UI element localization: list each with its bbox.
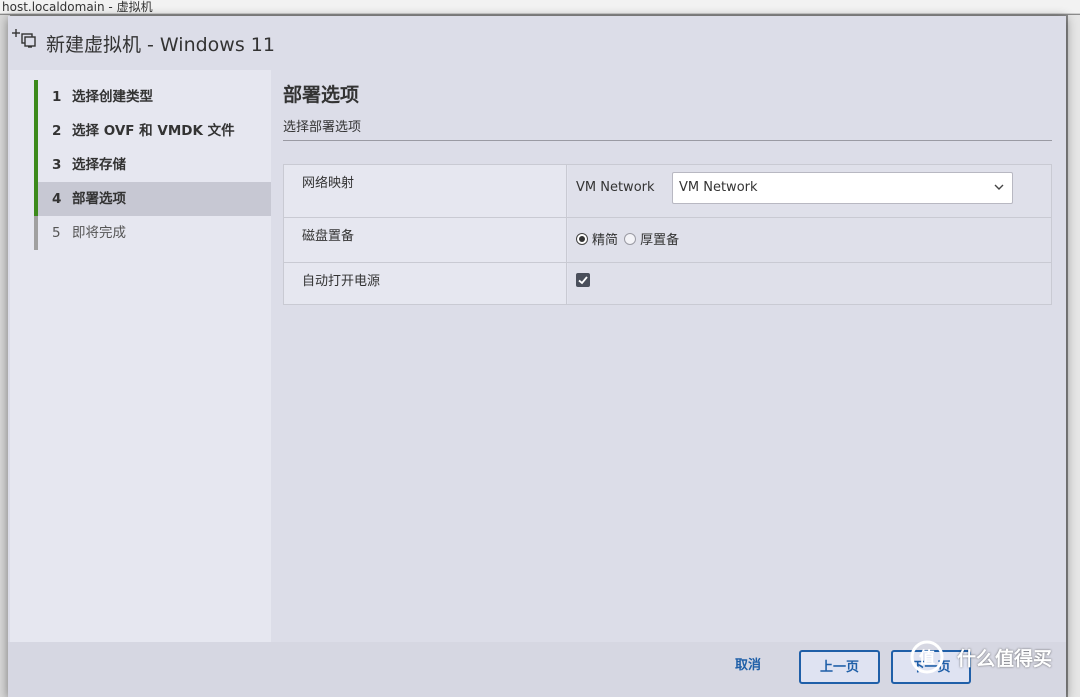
step-select-creation-type[interactable]: 1 选择创建类型	[34, 80, 271, 114]
previous-button[interactable]: 上一页	[799, 650, 880, 684]
network-select[interactable]: VM Network	[672, 172, 1013, 204]
radio-thick-indicator[interactable]	[624, 232, 637, 245]
step-label: 选择创建类型	[72, 89, 153, 105]
step-ready-to-complete[interactable]: 5 即将完成	[34, 216, 271, 250]
background-window-title: host.localdomain - 虚拟机	[0, 0, 1080, 14]
option-row-network: 网络映射 VM Network VM Network	[284, 165, 1051, 218]
step-number: 2	[52, 123, 62, 139]
step-label: 部署选项	[72, 191, 126, 207]
step-number: 1	[52, 89, 62, 105]
step-label: 选择 OVF 和 VMDK 文件	[72, 123, 235, 139]
step-number: 4	[52, 191, 62, 207]
step-number: 3	[52, 157, 62, 173]
page-subtitle: 选择部署选项	[283, 120, 362, 135]
page-title: 部署选项	[283, 84, 360, 106]
network-select-value: VM Network	[679, 180, 758, 195]
wizard-steps: 1 选择创建类型 2 选择 OVF 和 VMDK 文件 3 选择存储 4 部署选项 5即…	[10, 70, 271, 642]
step-select-storage[interactable]: 3 选择存储	[34, 148, 271, 182]
vm-add-icon	[12, 29, 36, 48]
check-icon	[578, 276, 588, 285]
options-table: 网络映射 VM Network VM Network 磁盘置备 精简 厚置备 自…	[283, 164, 1052, 305]
option-row-disk: 磁盘置备 精简 厚置备	[284, 218, 1051, 263]
dialog-title: 新建虚拟机 - Windows 11	[46, 34, 275, 56]
new-vm-dialog: 新建虚拟机 - Windows 11 1 选择创建类型 2 选择 OVF 和 VMD…	[8, 16, 1066, 697]
power-on-checkbox[interactable]	[576, 273, 590, 287]
power-on-label: 自动打开电源	[284, 263, 567, 304]
radio-thin[interactable]: 精简	[576, 229, 618, 248]
disk-provisioning-value: 精简 厚置备	[568, 218, 1051, 262]
step-deployment-options[interactable]: 4 部署选项	[34, 182, 271, 216]
radio-thick-label: 厚置备	[640, 233, 680, 248]
step-select-ovf-vmdk[interactable]: 2 选择 OVF 和 VMDK 文件	[34, 114, 271, 148]
cancel-button[interactable]: 取消	[720, 650, 776, 684]
step-label: 即将完成	[72, 225, 126, 241]
radio-thin-label: 精简	[592, 233, 619, 248]
dialog-footer: 取消 上一页 下一页	[8, 642, 1066, 697]
divider	[283, 140, 1052, 141]
step-label: 选择存储	[72, 157, 126, 173]
source-network-name: VM Network	[576, 180, 655, 195]
option-row-power: 自动打开电源	[284, 263, 1051, 304]
background-right-strip	[1068, 15, 1080, 697]
step-number: 5	[52, 225, 61, 241]
disk-provisioning-label: 磁盘置备	[284, 218, 567, 262]
next-button[interactable]: 下一页	[891, 650, 971, 684]
radio-thick[interactable]: 厚置备	[624, 229, 679, 248]
chevron-down-icon	[994, 184, 1004, 190]
dialog-header: 新建虚拟机 - Windows 11	[8, 16, 1066, 70]
network-mapping-value: VM Network VM Network	[568, 165, 1051, 217]
network-mapping-label: 网络映射	[284, 165, 567, 217]
radio-thin-indicator[interactable]	[576, 232, 588, 245]
power-on-value	[568, 263, 1051, 304]
disk-provisioning-radio-group: 精简 厚置备	[576, 229, 681, 249]
